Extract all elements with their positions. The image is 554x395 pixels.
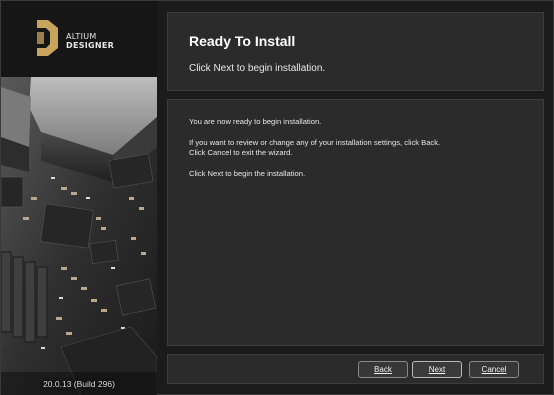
back-button[interactable]: Back (358, 361, 408, 378)
page-subtitle: Click Next to begin installation. (189, 63, 326, 74)
info-text-ready: You are now ready to begin installation. (189, 117, 322, 126)
circuit-board-image (1, 77, 157, 395)
logo-area: ALTIUM DESIGNER (1, 1, 157, 77)
altium-logo-icon (37, 20, 58, 56)
logo-name-line1: ALTIUM (66, 32, 97, 41)
logo-name-line2: DESIGNER (66, 41, 115, 50)
cancel-button[interactable]: Cancel (469, 361, 519, 378)
info-text-next: Click Next to begin the installation. (189, 169, 306, 178)
info-text-cancel: Click Cancel to exit the wizard. (189, 148, 293, 157)
installer-window: ALTIUM DESIGNER 20.0.13 (Build 296) Read… (0, 0, 554, 395)
content-panel: You are now ready to begin installation.… (167, 99, 544, 346)
button-bar: Back Next Cancel (167, 354, 544, 384)
version-label: 20.0.13 (Build 296) (43, 379, 115, 389)
brand-panel: ALTIUM DESIGNER 20.0.13 (Build 296) (1, 1, 157, 395)
page-title: Ready To Install (189, 33, 296, 49)
info-text-back: If you want to review or change any of y… (189, 138, 441, 147)
next-button[interactable]: Next (412, 361, 462, 378)
header-panel: Ready To Install Click Next to begin ins… (167, 12, 544, 91)
